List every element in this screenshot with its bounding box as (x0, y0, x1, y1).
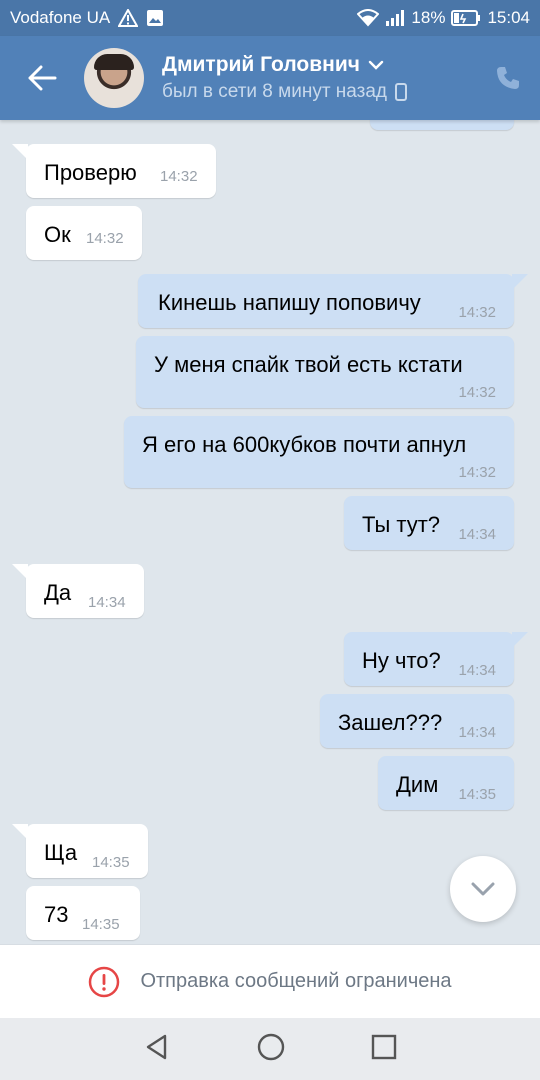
image-notification-icon (146, 9, 164, 27)
message-text: Дим (396, 772, 439, 797)
message-time: 14:34 (458, 724, 496, 741)
message-bubble[interactable]: Кинешь напишу поповичу 14:32 (138, 274, 528, 328)
message-text: Зашел??? (338, 710, 443, 735)
message-text: Кинешь напишу поповичу (158, 290, 421, 315)
chevron-down-icon[interactable] (368, 60, 384, 70)
nav-back-button[interactable] (143, 1033, 171, 1066)
message-bubble[interactable]: Да 14:34 (12, 564, 144, 618)
arrow-left-icon (28, 65, 57, 91)
battery-percent: 18% (411, 8, 446, 27)
chevron-down-icon (471, 882, 495, 896)
status-bar: Vodafone UA 18% 15:04 (0, 0, 540, 36)
message-bubble-partial (370, 120, 514, 130)
carrier-name: Vodafone UA (10, 8, 111, 27)
message-text: Ты тут? (362, 512, 441, 537)
message-time: 14:32 (458, 384, 496, 401)
message-time: 14:34 (88, 594, 126, 611)
wifi-icon (357, 9, 380, 27)
mobile-phone-icon (395, 83, 408, 101)
message-bubble[interactable]: 73 14:35 (26, 886, 140, 940)
warning-icon (118, 9, 139, 27)
messaging-restricted-banner: Отправка сообщений ограничена (0, 944, 540, 1018)
restriction-text: Отправка сообщений ограничена (140, 970, 452, 992)
message-time: 14:32 (458, 464, 496, 481)
message-bubble[interactable]: Зашел??? 14:34 (320, 694, 514, 748)
message-bubble[interactable]: Проверю 14:32 (12, 144, 216, 198)
message-time: 14:32 (160, 168, 198, 185)
message-time: 14:32 (458, 304, 496, 321)
message-bubble[interactable]: Дим 14:35 (378, 756, 514, 810)
triangle-back-icon (146, 1034, 166, 1059)
back-button[interactable] (0, 36, 84, 120)
message-text: Проверю (44, 160, 137, 185)
message-time: 14:35 (82, 916, 120, 933)
message-text: У меня спайк твой есть кстати (154, 352, 463, 377)
message-text: Я его на 600кубков почти апнул (142, 432, 467, 457)
system-nav-bar (0, 1018, 540, 1080)
message-bubble[interactable]: У меня спайк твой есть кстати 14:32 (136, 336, 514, 408)
message-time: 14:34 (458, 526, 496, 543)
nav-home-button[interactable] (256, 1032, 286, 1067)
message-text: Да (44, 580, 72, 605)
message-text: Ща (44, 840, 78, 865)
circle-home-icon (257, 1033, 285, 1060)
message-text: Ок (44, 222, 71, 247)
phone-icon (497, 67, 519, 89)
message-time: 14:32 (86, 230, 124, 247)
contact-name: Дмитрий Головнич (162, 53, 360, 76)
call-button[interactable] (488, 58, 528, 98)
message-bubble[interactable]: Ну что? 14:34 (344, 632, 528, 686)
chat-header: Дмитрий Головнич был в сети 8 минут наза… (0, 36, 540, 120)
message-bubble[interactable]: Ок 14:32 (26, 206, 142, 260)
message-text: Ну что? (362, 648, 441, 673)
message-time: 14:35 (92, 854, 130, 871)
message-time: 14:35 (458, 786, 496, 803)
battery-icon (451, 10, 481, 26)
message-bubble[interactable]: Я его на 600кубков почти апнул 14:32 (124, 416, 514, 488)
square-recents-icon (372, 1034, 397, 1059)
alert-circle-icon (89, 966, 120, 997)
message-time: 14:34 (458, 662, 496, 679)
signal-icon (385, 9, 405, 27)
nav-recents-button[interactable] (371, 1034, 397, 1065)
message-text: 73 (44, 902, 69, 927)
avatar[interactable] (84, 48, 144, 108)
message-bubble[interactable]: Ты тут? 14:34 (344, 496, 514, 550)
clock: 15:04 (487, 8, 530, 27)
last-seen-status: был в сети 8 минут назад (162, 81, 388, 102)
message-bubble[interactable]: Ща 14:35 (12, 824, 148, 878)
scroll-to-bottom-button[interactable] (450, 856, 516, 922)
contact-info[interactable]: Дмитрий Головнич был в сети 8 минут наза… (162, 53, 408, 103)
message-list[interactable]: Проверю 14:32 Ок 14:32 Кинешь напишу поп… (0, 120, 540, 944)
